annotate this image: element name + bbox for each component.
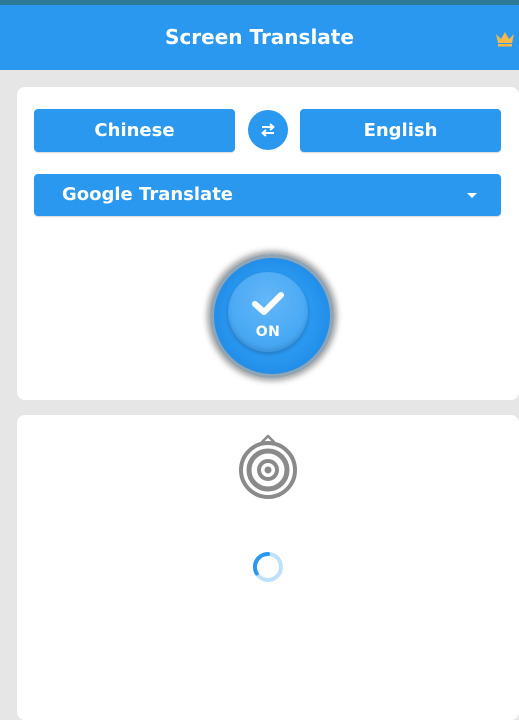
power-toggle-button[interactable]: ON: [210, 254, 334, 378]
power-state-label: ON: [255, 324, 281, 340]
swap-languages-button[interactable]: [248, 110, 288, 150]
target-language-button[interactable]: English: [300, 109, 501, 152]
caret-down-icon: [467, 193, 477, 198]
app-header: Screen Translate: [0, 5, 519, 70]
source-language-button[interactable]: Chinese: [34, 109, 235, 152]
app-title: Screen Translate: [165, 25, 354, 49]
translation-engine-label: Google Translate: [62, 184, 234, 205]
result-card: [17, 415, 519, 720]
target-icon[interactable]: [238, 432, 298, 500]
power-toggle-face: ON: [228, 272, 308, 352]
loading-spinner-icon: [253, 551, 283, 582]
crown-icon[interactable]: [494, 29, 516, 47]
check-icon: [252, 292, 284, 315]
controls-card: Chinese English Google Translate ON: [17, 87, 519, 400]
translation-engine-select[interactable]: Google Translate: [34, 174, 501, 216]
swap-arrows-icon: [261, 123, 275, 137]
